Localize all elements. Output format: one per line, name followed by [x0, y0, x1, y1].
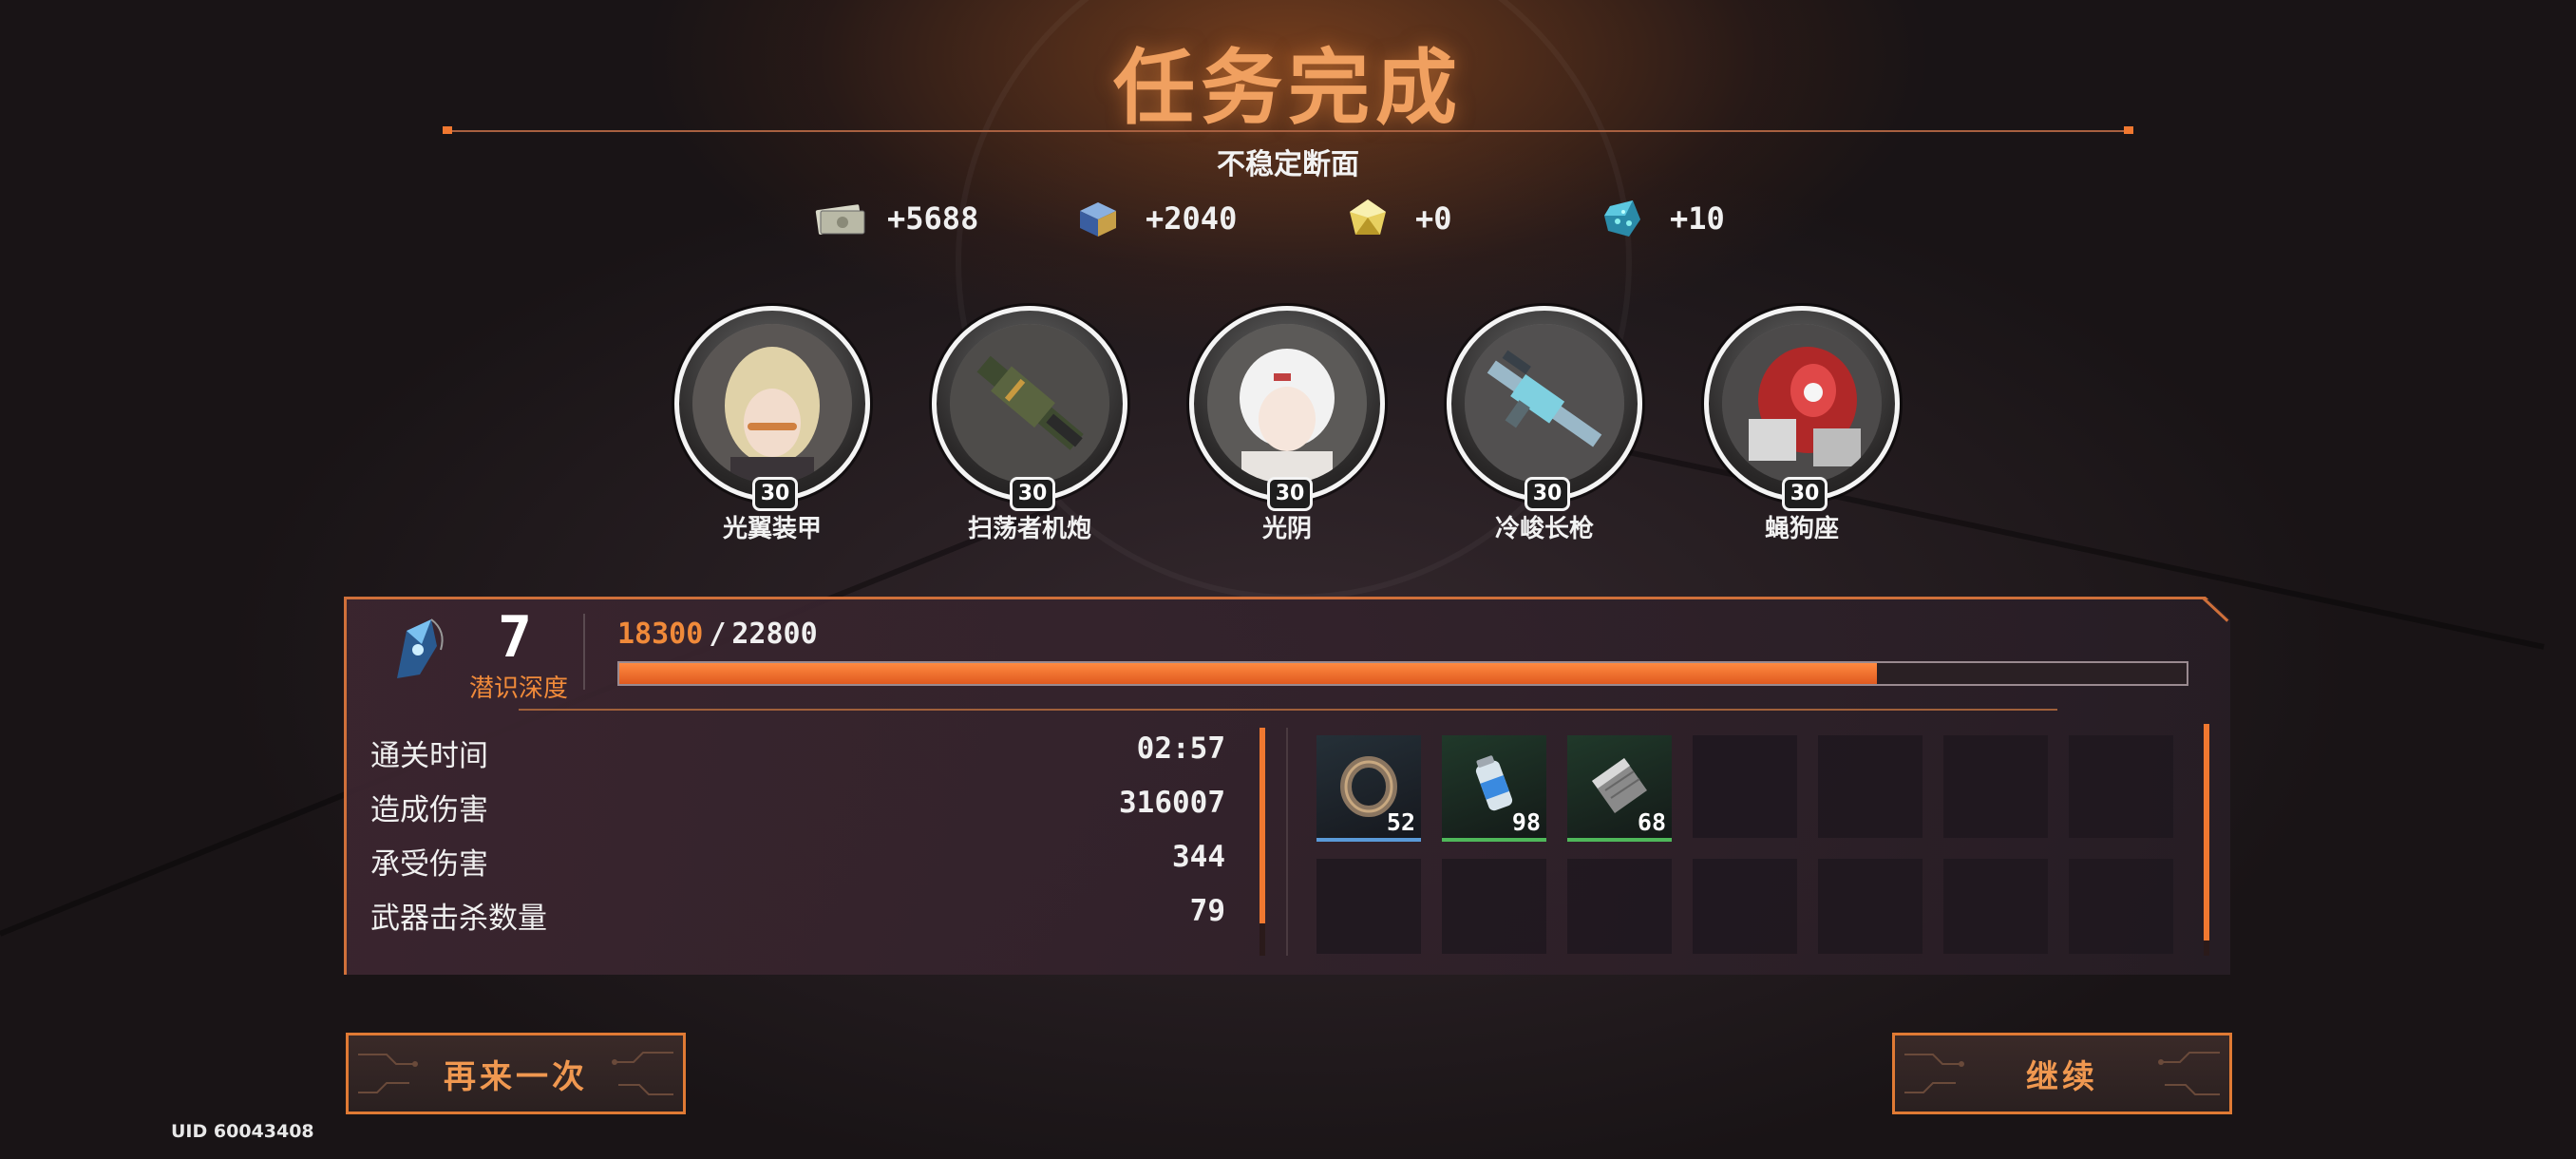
inventory-slot-empty [2069, 735, 2173, 838]
inventory-slot-empty [2069, 859, 2173, 954]
stat-value: 316007 [1119, 786, 1225, 820]
inventory-slot-empty [1442, 859, 1546, 954]
title-divider-cap [443, 126, 452, 134]
depth-xp-separator: / [709, 618, 727, 651]
item-count: 52 [1386, 808, 1415, 836]
depth-divider [583, 614, 585, 690]
inventory-slot-2[interactable]: 98 [1442, 735, 1546, 842]
stat-label: 通关时间 [370, 739, 488, 773]
reward-cash: +5688 [813, 190, 978, 247]
cash-icon [813, 195, 866, 242]
inventory-slot-empty [1943, 859, 2048, 954]
team-member-5[interactable]: 30 蝇狗座 [1704, 306, 1900, 543]
level-badge: 30 [1525, 477, 1570, 511]
stat-row-damage-taken: 承受伤害 344 [370, 840, 1225, 882]
stats-scrollbar-thumb[interactable] [1260, 728, 1265, 923]
level-badge: 30 [1267, 477, 1313, 511]
depth-crystal-icon [378, 612, 454, 688]
reward-blue-ore: +10 [1596, 190, 1725, 247]
team-member-name: 冷峻长枪 [1494, 515, 1594, 543]
retry-button-label: 再来一次 [444, 1057, 588, 1096]
retry-button[interactable]: 再来一次 [346, 1033, 686, 1114]
team-member-name: 蝇狗座 [1764, 515, 1839, 543]
reward-gold-crystal: +0 [1341, 190, 1452, 247]
stat-row-damage-dealt: 造成伤害 316007 [370, 786, 1225, 827]
player-uid: UID 60043408 [171, 1121, 314, 1142]
reward-exp: +2040 [1071, 190, 1237, 247]
result-screen: 任务完成 不稳定断面 +5688 +2040 +0 +10 30 光翼装甲 30… [0, 0, 2576, 1159]
panel-divider [519, 709, 2057, 711]
inventory-slot-empty [1818, 735, 1923, 838]
inventory-slot-empty [1567, 859, 1672, 954]
team-member-4[interactable]: 30 冷峻长枪 [1447, 306, 1642, 543]
stage-name: 不稳定断面 [1217, 148, 1359, 181]
stat-label: 承受伤害 [370, 847, 488, 882]
inventory-scrollbar[interactable] [2204, 724, 2209, 956]
depth-xp-max: 22800 [731, 618, 818, 651]
depth-xp-text: 18300/22800 [617, 618, 818, 651]
inventory-slot-empty [1316, 859, 1421, 954]
character-portrait [692, 324, 852, 484]
inventory-scrollbar-thumb[interactable] [2204, 724, 2209, 940]
stat-value: 79 [1189, 894, 1225, 928]
stats-scrollbar[interactable] [1260, 728, 1265, 956]
exp-cube-icon [1071, 195, 1125, 242]
depth-level: 7 [498, 604, 533, 671]
inventory-slot-empty [1693, 735, 1797, 838]
team-member-2[interactable]: 30 扫荡者机炮 [932, 306, 1127, 543]
portrait-frame [1447, 306, 1642, 502]
weapon-portrait [1465, 324, 1624, 484]
inventory-slot-1[interactable]: 52 [1316, 735, 1421, 842]
inventory-slot-empty [1818, 859, 1923, 954]
reward-cash-value: +5688 [887, 200, 979, 237]
portrait-frame [1189, 306, 1385, 502]
inventory-slot-empty [1693, 859, 1797, 954]
team-member-name: 扫荡者机炮 [967, 515, 1091, 543]
stat-value: 344 [1172, 840, 1225, 874]
depth-label: 潜识深度 [469, 674, 569, 703]
title-divider-cap [2124, 126, 2133, 134]
mission-complete-title: 任务完成 [1113, 41, 1463, 136]
stat-row-clear-time: 通关时间 02:57 [370, 732, 1225, 773]
stat-label: 武器击杀数量 [370, 902, 547, 936]
portrait-frame [674, 306, 870, 502]
stat-value: 02:57 [1136, 732, 1225, 766]
continue-button-label: 继续 [2026, 1057, 2098, 1096]
reward-exp-value: +2040 [1146, 200, 1238, 237]
portrait-frame [932, 306, 1127, 502]
portrait-frame [1704, 306, 1900, 502]
inventory-slot-empty [1943, 735, 2048, 838]
reward-gold-crystal-value: +0 [1415, 200, 1452, 237]
stat-label: 造成伤害 [370, 793, 488, 827]
blue-ore-icon [1596, 195, 1649, 242]
character-portrait [1207, 324, 1367, 484]
item-count: 68 [1637, 808, 1666, 836]
team-member-name: 光阴 [1261, 515, 1312, 543]
team-member-name: 光翼装甲 [722, 515, 822, 543]
depth-progress-fill [619, 663, 1878, 684]
team-member-1[interactable]: 30 光翼装甲 [674, 306, 870, 543]
stat-row-weapon-kills: 武器击杀数量 79 [370, 894, 1225, 936]
reward-blue-ore-value: +10 [1670, 200, 1725, 237]
companion-portrait [1722, 324, 1882, 484]
continue-button[interactable]: 继续 [1892, 1033, 2232, 1114]
weapon-portrait [950, 324, 1109, 484]
team-member-3[interactable]: 30 光阴 [1189, 306, 1385, 543]
level-badge: 30 [752, 477, 798, 511]
level-badge: 30 [1782, 477, 1828, 511]
level-badge: 30 [1010, 477, 1055, 511]
inventory-slot-3[interactable]: 68 [1567, 735, 1672, 842]
depth-progress-bar [617, 661, 2188, 686]
item-count: 98 [1511, 808, 1541, 836]
gold-crystal-icon [1341, 195, 1394, 242]
panel-vertical-divider [1286, 728, 1288, 956]
title-divider [446, 130, 2130, 132]
depth-xp-current: 18300 [617, 618, 704, 651]
